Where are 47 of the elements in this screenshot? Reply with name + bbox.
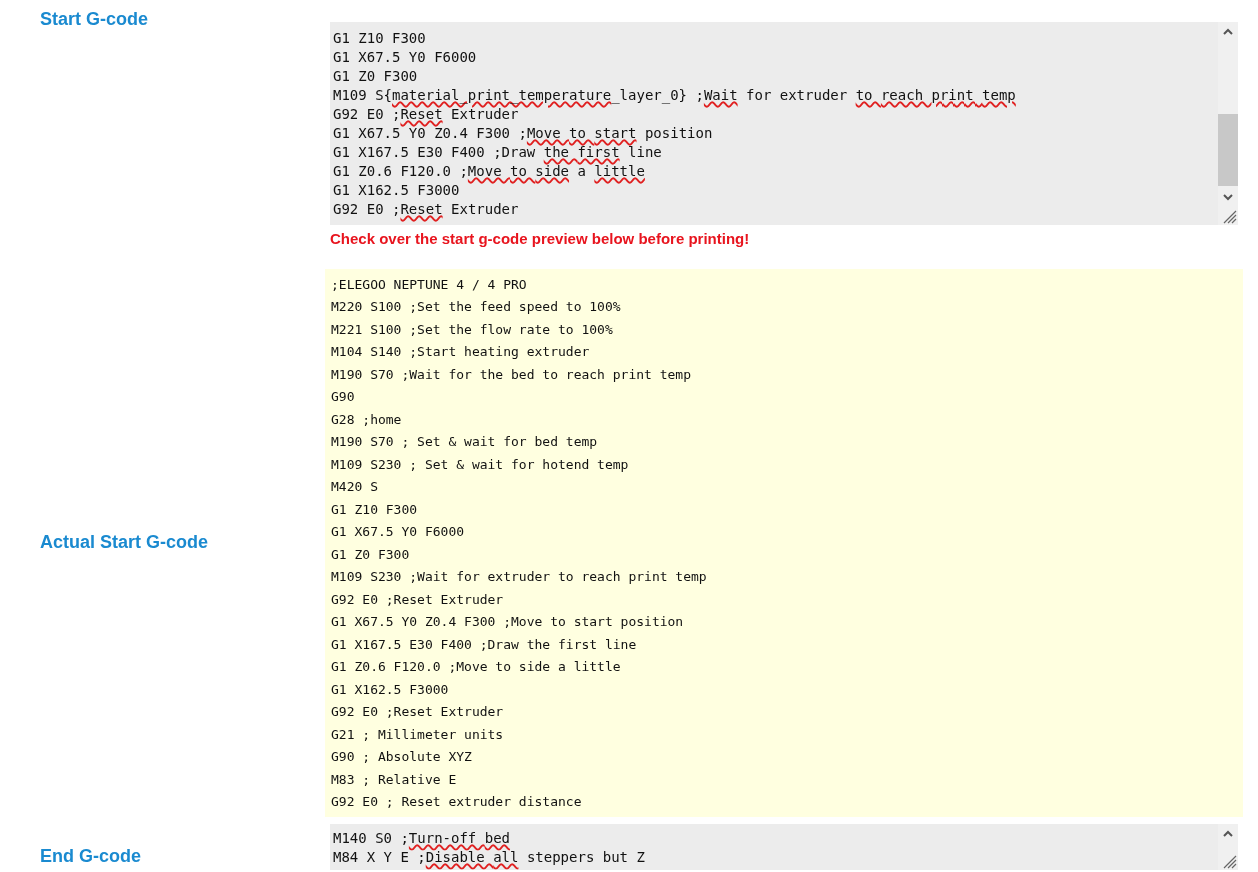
code-line: G1 Z10 F300 (331, 500, 418, 519)
code-line: G90 ; Absolute XYZ (331, 748, 472, 766)
code-line: G92 E0 ; Reset extruder distance (331, 793, 582, 811)
code-line: G1 X167.5 E30 F400 ;Draw the first line (331, 635, 637, 654)
code-line: G1 X67.5 Y0 Z0.4 F300 ;Move to start position (333, 124, 713, 143)
code-line: G92 E0 ;Reset Extruder (333, 200, 519, 219)
resize-grip-icon[interactable] (1221, 208, 1237, 224)
code-line: M190 S70 ;Wait for the bed to reach print temp (331, 365, 692, 384)
code-line: G21 ; Millimeter units (331, 725, 504, 744)
code-line: G92 E0 ;Reset Extruder (331, 703, 504, 721)
code-line: G92 E0 ;Reset Extruder (331, 590, 504, 609)
code-line: M109 S230 ;Wait for extruder to reach print temp (331, 568, 707, 586)
code-line: M109 S{material_print_temperature_layer_0} ;Wait for extruder to reach print temp (333, 86, 1016, 105)
code-line: M221 S100 ;Set the flow rate to 100% (331, 320, 613, 339)
code-line: G1 Z0.6 F120.0 ;Move to side a little (333, 162, 645, 181)
code-line: M109 S230 ; Set & wait for hotend temp (331, 455, 629, 474)
code-line: M190 S70 ; Set & wait for bed temp (331, 433, 598, 451)
code-line: M84 X Y E ;Disable all steppers but Z (333, 847, 645, 867)
scroll-down-icon[interactable] (1222, 193, 1234, 201)
code-line: M140 S0 ;Turn-off bed (333, 828, 510, 848)
code-line: G1 X67.5 Y0 F6000 (331, 523, 465, 541)
code-line: M220 S100 ;Set the feed speed to 100% (331, 298, 621, 316)
code-editor[interactable] (330, 22, 1238, 225)
scroll-up-icon[interactable] (1222, 829, 1234, 838)
code-line: G1 X167.5 E30 F400 ;Draw the first line (333, 143, 662, 162)
code-line: ;ELEGOO NEPTUNE 4 / 4 PRO (331, 275, 527, 294)
code-line: G1 X67.5 Y0 F6000 (333, 48, 477, 67)
code-editor[interactable]: M140 S0 ;Turn-off bed M84 X Y E ;Disable all steppers but Z (330, 823, 1238, 870)
field-label: Actual Start G-code (40, 532, 209, 552)
code-line: M83 ; Relative E (331, 770, 457, 789)
code-line: G1 Z10 F300 (333, 29, 426, 48)
field-label: Start G-code (40, 9, 149, 29)
scroll-up-icon[interactable] (1222, 28, 1234, 36)
code-line: G1 Z0 F300 (333, 67, 418, 86)
code-line: G1 X67.5 Y0 Z0.4 F300 ;Move to start position (331, 613, 684, 631)
code-line: M420 S (331, 478, 378, 496)
code-line: M104 S140 ;Start heating extruder (331, 343, 590, 361)
code-line: G28 ;home (331, 410, 402, 429)
code-line: G90 (331, 388, 355, 406)
field-label: End G-code (40, 845, 141, 866)
code-line: G1 X162.5 F3000 (333, 181, 460, 200)
warning-text: Check over the start g-code preview below before printing! (330, 229, 750, 249)
code-line: G92 E0 ;Reset Extruder (333, 105, 519, 124)
code-line: G1 Z0.6 F120.0 ;Move to side a little (331, 658, 621, 676)
code-line: G1 Z0 F300 (331, 545, 410, 564)
scrollbar-thumb[interactable] (1218, 114, 1238, 186)
code-line: G1 X162.5 F3000 (331, 680, 449, 699)
